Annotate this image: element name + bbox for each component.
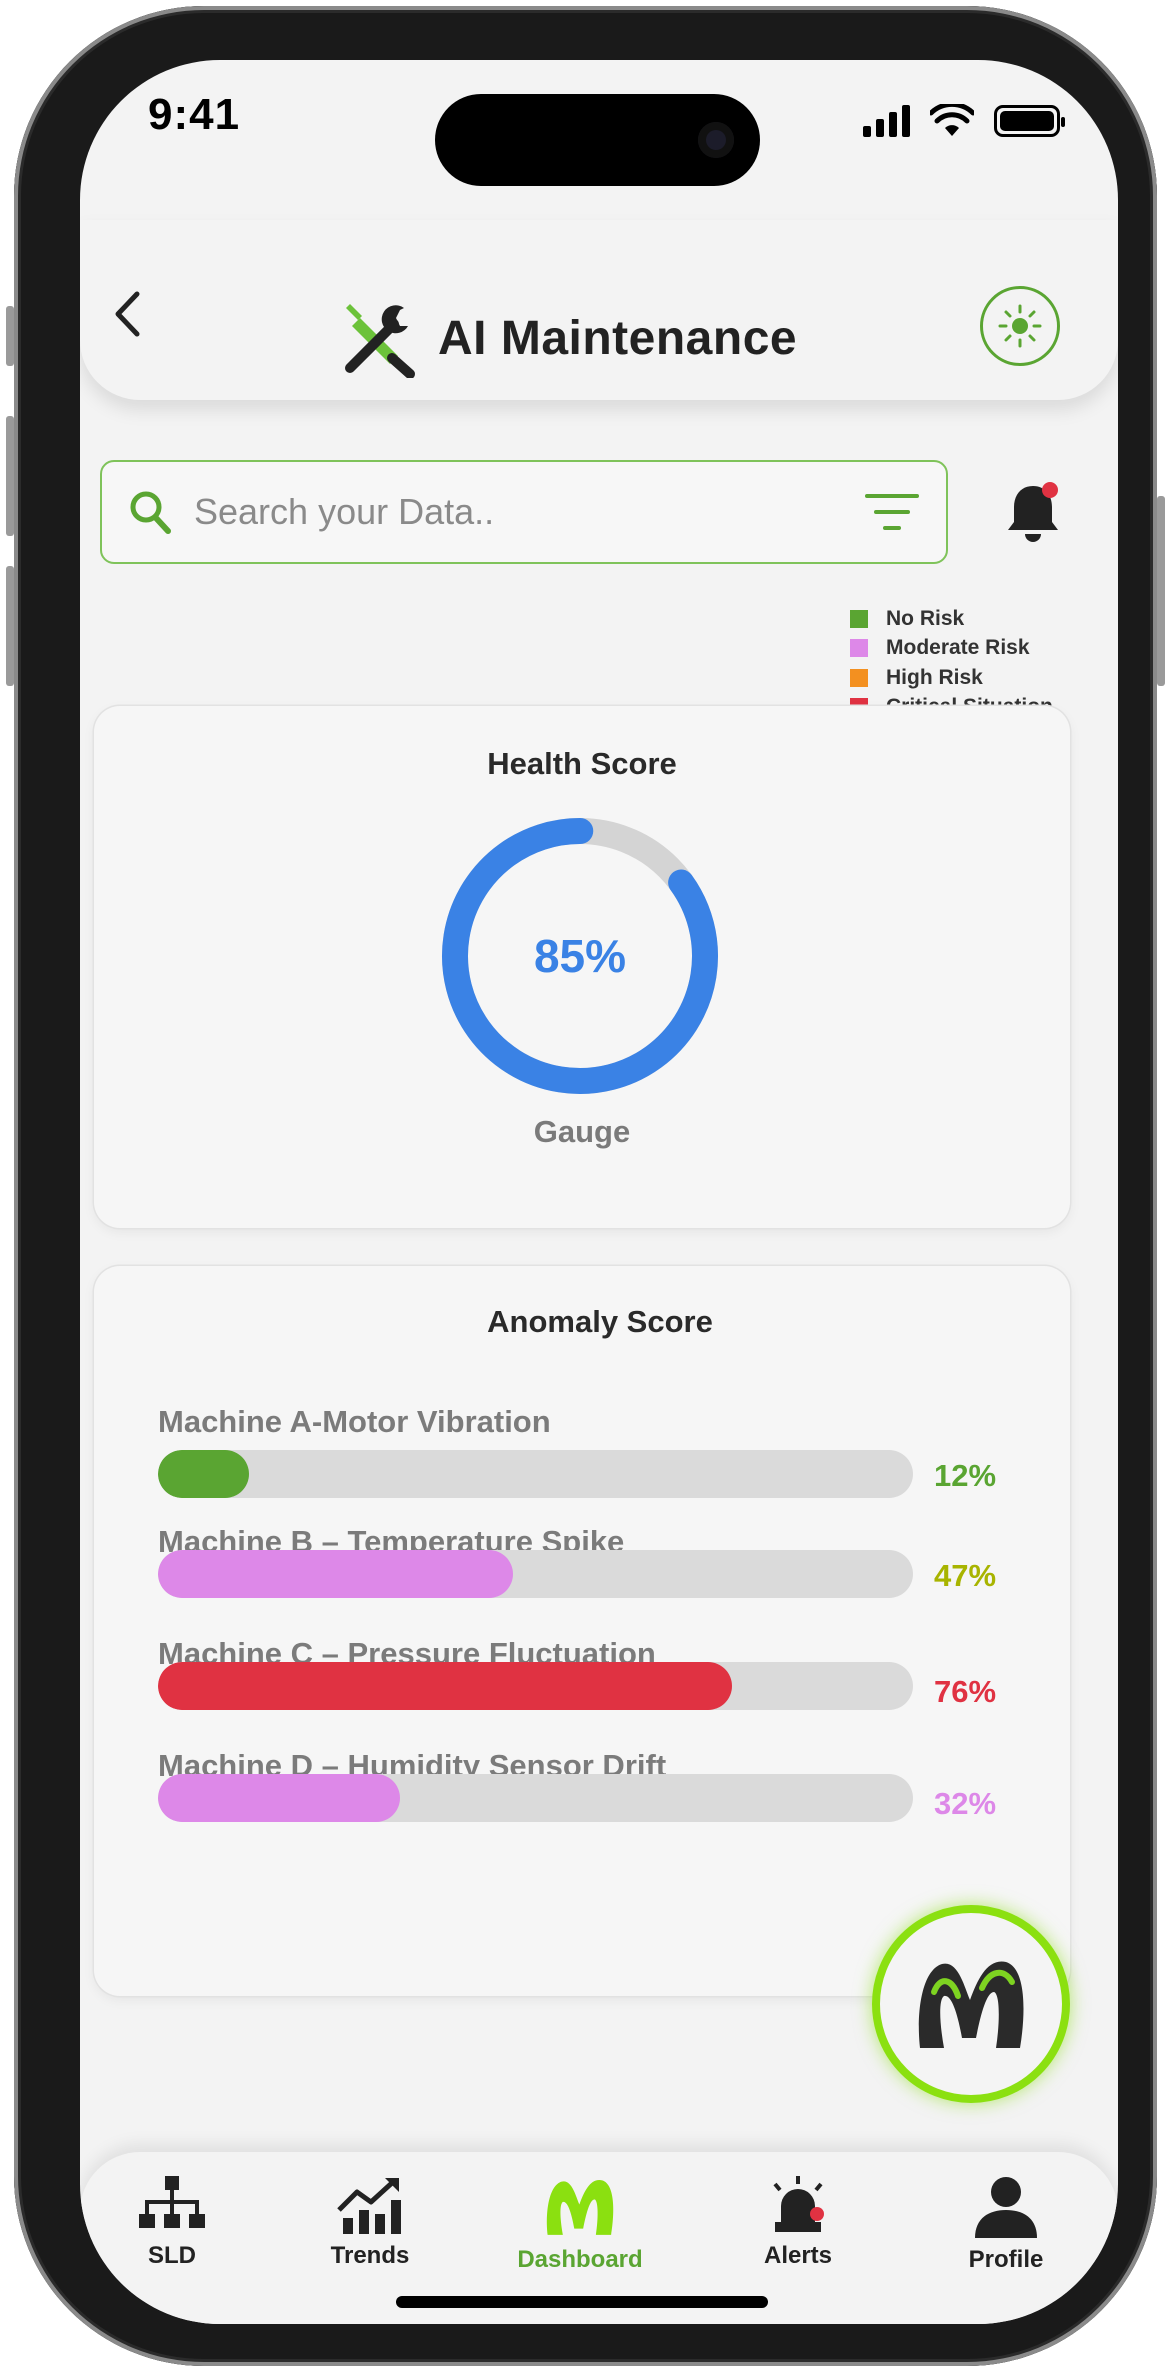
camera-icon: [698, 122, 734, 158]
legend-item-high-risk: High Risk: [850, 663, 1053, 693]
legend-swatch: [850, 639, 868, 658]
chevron-left-icon: [115, 291, 140, 337]
nav-item-alerts[interactable]: Alerts: [728, 2174, 868, 2270]
anomaly-row: Machine D – Humidity Sensor Drift 32%: [158, 1748, 1018, 1822]
anomaly-bar-track: [158, 1550, 913, 1598]
health-score-title: Health Score: [487, 746, 677, 781]
anomaly-value: 12%: [934, 1458, 997, 1493]
notifications-button[interactable]: [1000, 480, 1066, 546]
assistant-fab-button[interactable]: [872, 1905, 1070, 2103]
volume-up-button: [6, 416, 14, 536]
anomaly-bar-fill: [158, 1450, 249, 1498]
nav-label: Alerts: [763, 2242, 833, 2269]
m-logo-icon: [918, 1961, 1024, 2048]
volume-down-button: [6, 566, 14, 686]
nav-label: Trends: [330, 2242, 410, 2269]
anomaly-label: Machine A-Motor Vibration: [158, 1404, 551, 1439]
alarm-siren-icon: [773, 2176, 824, 2232]
anomaly-value: 47%: [934, 1558, 997, 1593]
nav-item-sld[interactable]: SLD: [102, 2174, 242, 2270]
anomaly-bar-fill: [158, 1662, 732, 1710]
header-title-group: AI Maintenance: [338, 298, 797, 378]
legend-swatch: [850, 609, 868, 628]
anomaly-row: Machine B – Temperature Spike 47%: [158, 1524, 1018, 1598]
nav-label: SLD: [148, 2242, 196, 2269]
back-button[interactable]: [102, 284, 152, 344]
gauge-caption: Gauge: [533, 1114, 631, 1149]
app-screen: 9:41 AI Maintenance Search your Data.. N…: [80, 60, 1118, 2324]
legend-item-moderate-risk: Moderate Risk: [850, 634, 1053, 664]
legend-item-no-risk: No Risk: [850, 604, 1053, 634]
search-input[interactable]: [194, 491, 864, 533]
anomaly-value: 76%: [934, 1674, 997, 1709]
risk-legend: No Risk Moderate Risk High Risk Critical…: [850, 604, 1053, 722]
bell-icon: [1008, 482, 1058, 542]
health-score-card: Health Score 85% Gauge: [94, 706, 1070, 1228]
search-icon: [130, 491, 171, 534]
anomaly-row: Machine C – Pressure Fluctuation 76%: [158, 1636, 1018, 1710]
phone-frame: 9:41 AI Maintenance Search your Data.. N…: [6, 6, 1165, 2366]
gauge-value: 85%: [533, 930, 627, 982]
wifi-icon: [930, 104, 974, 136]
legend-label: High Risk: [886, 665, 983, 689]
status-icons: [863, 104, 1065, 138]
profile-icon: [975, 2177, 1037, 2238]
power-button: [1157, 496, 1165, 686]
theme-toggle-button[interactable]: [980, 286, 1060, 366]
app-header: AI Maintenance: [80, 220, 1118, 400]
filter-icon[interactable]: [864, 490, 920, 534]
nav-label: Dashboard: [517, 2246, 643, 2273]
home-indicator: [396, 2296, 768, 2308]
dynamic-island: [435, 94, 760, 186]
legend-swatch: [850, 668, 868, 687]
nav-item-trends[interactable]: Trends: [300, 2174, 440, 2270]
anomaly-bar-track: [158, 1662, 913, 1710]
search-bar: [100, 460, 948, 564]
hierarchy-icon: [139, 2176, 205, 2228]
anomaly-score-card: Anomaly Score Machine A-Motor Vibration …: [94, 1266, 1070, 1996]
nav-item-dashboard[interactable]: Dashboard: [510, 2174, 650, 2274]
trends-chart-icon: [337, 2178, 401, 2234]
anomaly-bar-track: [158, 1774, 913, 1822]
nav-label: Profile: [968, 2246, 1044, 2273]
m-logo-icon: [546, 2180, 614, 2235]
battery-icon: [994, 105, 1065, 137]
health-gauge: 85%: [436, 812, 724, 1100]
anomaly-score-title: Anomaly Score: [487, 1304, 713, 1339]
cellular-signal-icon: [863, 105, 910, 137]
side-button: [6, 306, 14, 366]
wrench-screwdriver-icon: [345, 304, 415, 378]
nav-item-profile[interactable]: Profile: [936, 2174, 1076, 2274]
anomaly-bar-track: [158, 1450, 913, 1498]
anomaly-bar-fill: [158, 1774, 400, 1822]
legend-label: No Risk: [886, 606, 965, 630]
status-time: 9:41: [148, 90, 241, 139]
anomaly-value: 32%: [934, 1786, 997, 1821]
sun-icon: [998, 304, 1042, 348]
anomaly-row: Machine A-Motor Vibration 12%: [158, 1404, 1018, 1498]
anomaly-bar-fill: [158, 1550, 513, 1598]
legend-label: Moderate Risk: [886, 636, 1030, 660]
page-title: AI Maintenance: [438, 311, 798, 365]
